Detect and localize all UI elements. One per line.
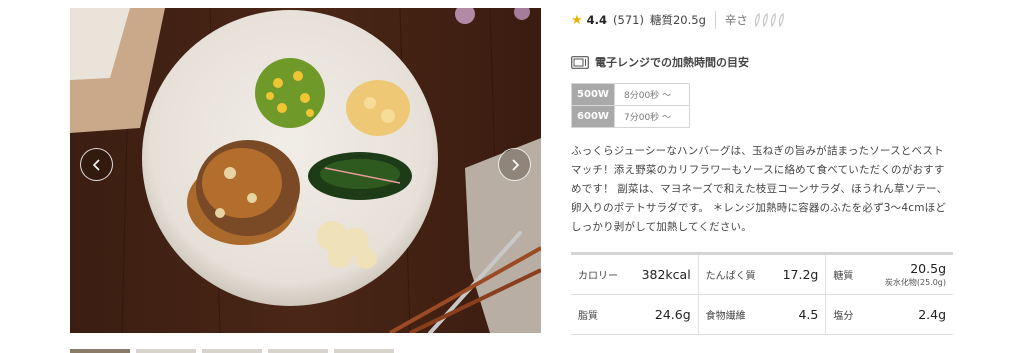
divider [714, 11, 716, 29]
nutrition-label: 糖質 [833, 271, 854, 282]
gallery-thumbnail[interactable] [136, 349, 196, 353]
chevron-left-icon [92, 158, 100, 171]
gallery-thumbnail[interactable] [334, 349, 394, 353]
heat-time: 7分00秒 〜 [614, 105, 690, 128]
nutrition-value: 20.5g [910, 261, 947, 276]
chili-icon [762, 13, 768, 27]
nutrition-cell: 塩分 2.4g [826, 295, 953, 334]
nutrition-label: たんぱく質 [705, 271, 756, 282]
product-image-gallery[interactable] [70, 8, 541, 333]
product-info-panel: ★ 4.4 (571) 糖質20.5g 辛さ 電子レンジでの加熱時間の目安 50… [571, 8, 953, 237]
gallery-thumbnail[interactable] [268, 349, 328, 353]
gallery-thumbnail[interactable] [70, 349, 130, 353]
table-row: 脂質 24.6g 食物繊維 4.5 塩分 2.4g [571, 295, 953, 335]
nutrition-cell: たんぱく質 17.2g [699, 255, 827, 294]
rating-value: 4.4 [586, 13, 608, 27]
nutrition-subvalue: 炭水化物(25.0g) [884, 278, 947, 287]
table-row: カロリー 382kcal たんぱく質 17.2g 糖質 20.5g 炭水化物(2… [571, 255, 953, 295]
nutrition-label: カロリー [578, 271, 618, 282]
review-count[interactable]: (571) [613, 13, 644, 27]
gallery-prev-button[interactable] [80, 148, 113, 181]
nutrition-label: 塩分 [833, 311, 854, 322]
microwave-heading: 電子レンジでの加熱時間の目安 [571, 54, 953, 70]
star-icon: ★ [571, 12, 583, 28]
gallery-thumbnail-strip [70, 349, 541, 353]
carbs-badge: 糖質20.5g [649, 13, 706, 27]
nutrition-table: カロリー 382kcal たんぱく質 17.2g 糖質 20.5g 炭水化物(2… [571, 252, 953, 335]
microwave-title: 電子レンジでの加熱時間の目安 [595, 56, 749, 69]
rating-row: ★ 4.4 (571) 糖質20.5g 辛さ [571, 8, 953, 32]
microwave-time-table: 500W 8分00秒 〜 600W 7分00秒 〜 [571, 83, 690, 128]
heat-time: 8分00秒 〜 [614, 83, 690, 106]
gallery-thumbnail[interactable] [202, 349, 262, 353]
nutrition-value-group: 20.5g 炭水化物(25.0g) [885, 261, 946, 288]
chili-icon [770, 13, 776, 27]
gallery-next-button[interactable] [498, 148, 531, 181]
table-row: 500W 8分00秒 〜 [571, 83, 690, 106]
chili-icon [754, 13, 760, 27]
nutrition-cell: 食物繊維 4.5 [699, 295, 827, 334]
spicy-label: 辛さ [724, 13, 748, 27]
microwave-icon [571, 55, 589, 69]
product-photo [70, 8, 541, 333]
nutrition-value: 382kcal [641, 267, 691, 282]
nutrition-value: 17.2g [782, 267, 819, 282]
chili-icon [778, 13, 784, 27]
product-description: ふっくらジューシーなハンバーグは、玉ねぎの旨みが詰まったソースとベストマッチ！添… [571, 145, 948, 233]
nutrition-cell: カロリー 382kcal [571, 255, 699, 294]
chevron-right-icon [511, 158, 519, 171]
nutrition-value: 24.6g [654, 307, 691, 322]
watt-label: 600W [571, 105, 615, 128]
nutrition-label: 脂質 [578, 311, 598, 322]
nutrition-value: 4.5 [798, 307, 819, 322]
nutrition-label: 食物繊維 [705, 311, 746, 322]
watt-label: 500W [571, 83, 615, 106]
nutrition-cell: 糖質 20.5g 炭水化物(25.0g) [826, 255, 953, 294]
nutrition-value: 2.4g [918, 307, 947, 322]
nutrition-cell: 脂質 24.6g [571, 295, 699, 334]
table-row: 600W 7分00秒 〜 [571, 105, 690, 128]
spicy-level-indicator [754, 13, 785, 27]
